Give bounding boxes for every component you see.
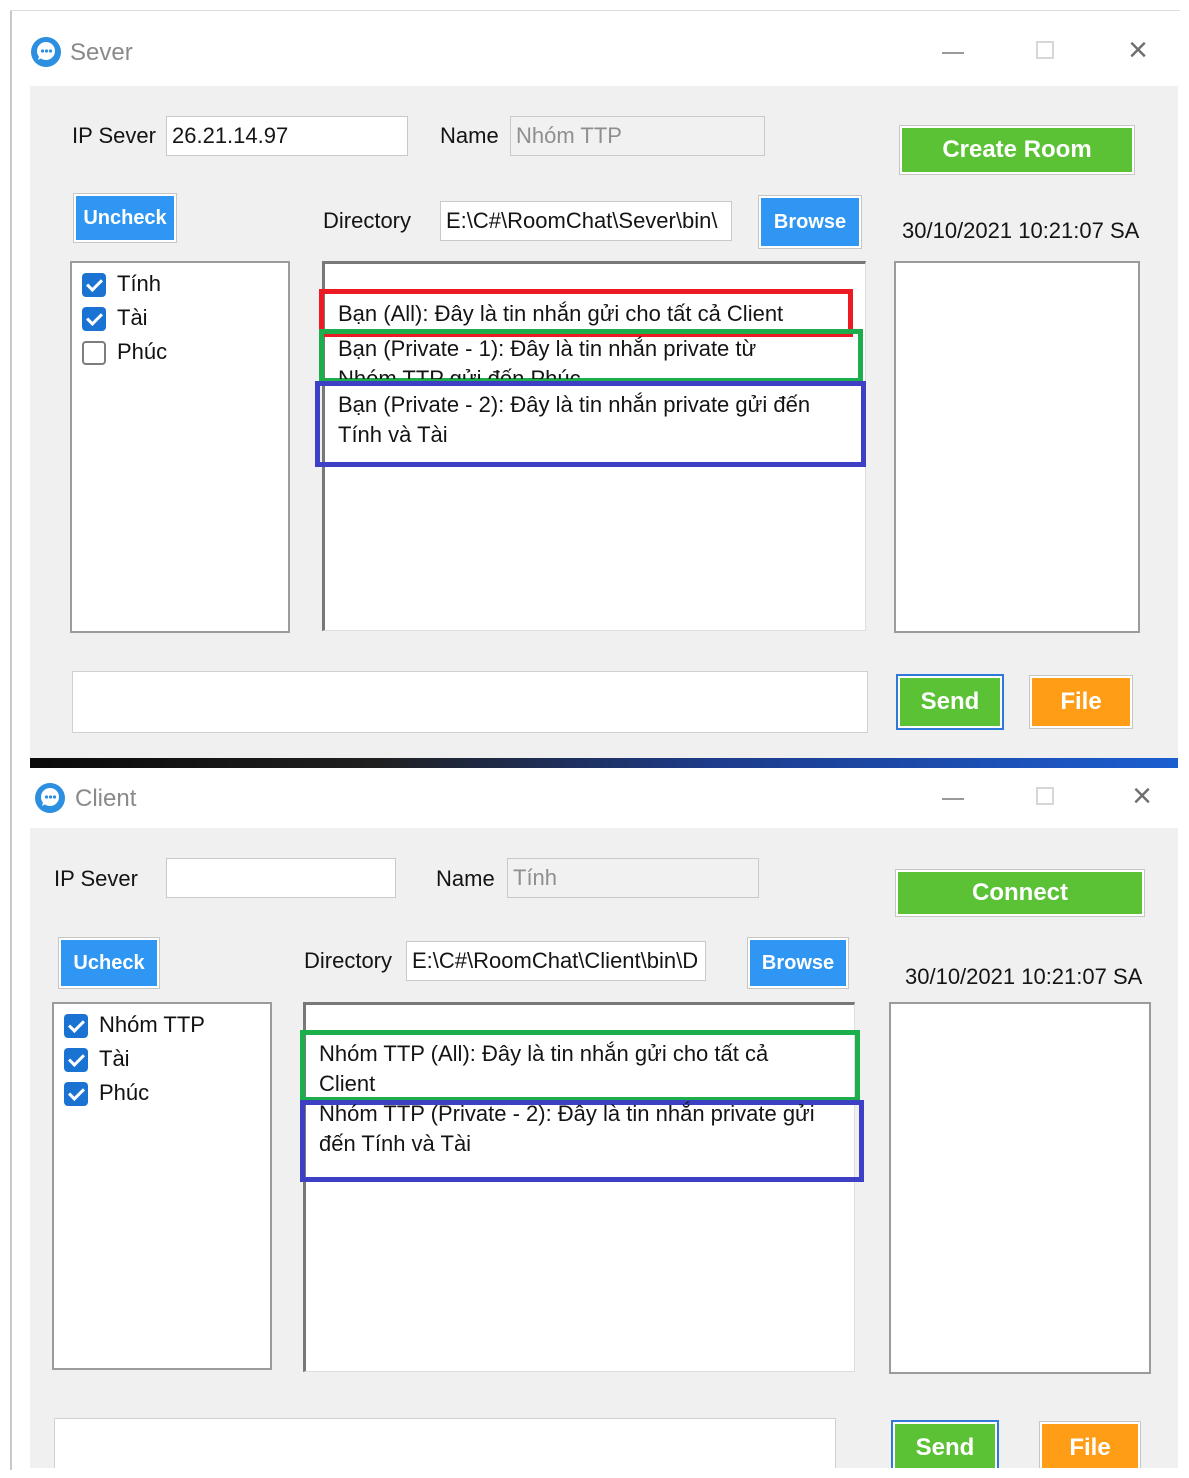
- server-form: IP Sever 26.21.14.97 Name Nhóm TTP Creat…: [30, 86, 1178, 760]
- info-panel: [889, 1002, 1151, 1374]
- checklist-item[interactable]: Phúc: [54, 1076, 270, 1110]
- directory-input[interactable]: E:\C#\RoomChat\Client\bin\D: [406, 941, 706, 981]
- server-titlebar: Sever ×: [30, 12, 1178, 86]
- ip-input[interactable]: 26.21.14.97: [166, 116, 408, 156]
- uncheck-button[interactable]: Uncheck: [74, 194, 176, 242]
- checklist-item[interactable]: Phúc: [72, 335, 288, 369]
- client-form: IP Sever Name Tính Connect Ucheck Direct…: [30, 828, 1178, 1468]
- window-title: Sever: [70, 39, 133, 66]
- name-input[interactable]: Nhóm TTP: [510, 116, 765, 156]
- checkbox-checked-icon[interactable]: [64, 1014, 88, 1038]
- name-label: Name: [440, 123, 499, 148]
- checklist-item[interactable]: Nhóm TTP: [54, 1008, 270, 1042]
- info-panel: [894, 261, 1140, 633]
- message-log: Bạn (All): Đây là tin nhắn gửi cho tất c…: [315, 261, 866, 631]
- checklist-item[interactable]: Tính: [72, 267, 288, 301]
- directory-label: Directory: [304, 948, 393, 973]
- screenshot-edge: [10, 10, 1180, 11]
- uncheck-button[interactable]: Ucheck: [59, 938, 159, 988]
- name-input[interactable]: Tính: [507, 858, 759, 898]
- name-label: Name: [436, 866, 495, 891]
- window-divider: [30, 758, 1178, 768]
- checklist-label: Phúc: [117, 339, 168, 364]
- checklist-label: Nhóm TTP: [99, 1012, 205, 1037]
- checklist-item[interactable]: Tài: [72, 301, 288, 335]
- directory-label: Directory: [323, 208, 412, 233]
- checklist-label: Tài: [117, 305, 148, 330]
- checkbox-checked-icon[interactable]: [64, 1048, 88, 1072]
- chat-app-icon: [31, 37, 61, 67]
- checklist-label: Phúc: [99, 1080, 150, 1105]
- directory-input[interactable]: E:\C#\RoomChat\Sever\bin\: [440, 201, 732, 241]
- minimize-icon[interactable]: [933, 776, 973, 816]
- ip-label: IP Sever: [72, 123, 156, 148]
- ip-input[interactable]: [166, 858, 396, 898]
- client-titlebar: Client ×: [30, 768, 1178, 828]
- message-item: Nhóm TTP (All): Đây là tin nhắn gửi cho …: [319, 1041, 769, 1096]
- checkbox-checked-icon[interactable]: [82, 307, 106, 331]
- create-room-button[interactable]: Create Room: [900, 126, 1134, 174]
- maximize-icon[interactable]: [1025, 30, 1065, 70]
- ip-label: IP Sever: [54, 866, 138, 891]
- message-input[interactable]: [72, 671, 868, 733]
- datetime-label: 30/10/2021 10:21:07 SA: [905, 964, 1143, 989]
- checkbox-checked-icon[interactable]: [64, 1082, 88, 1106]
- message-item: Bạn (Private - 2): Đây là tin nhắn priva…: [338, 392, 811, 447]
- checkbox-unchecked-icon[interactable]: [82, 341, 106, 365]
- send-button[interactable]: Send: [898, 676, 1002, 728]
- chat-app-icon: [35, 783, 65, 813]
- message-item: Bạn (All): Đây là tin nhắn gửi cho tất c…: [338, 301, 784, 326]
- checklist-item[interactable]: Tài: [54, 1042, 270, 1076]
- file-button[interactable]: File: [1040, 1422, 1140, 1468]
- minimize-icon[interactable]: [933, 30, 973, 70]
- message-log: Nhóm TTP (All): Đây là tin nhắn gửi cho …: [300, 1002, 864, 1372]
- send-button[interactable]: Send: [893, 1422, 997, 1468]
- file-button[interactable]: File: [1030, 676, 1132, 728]
- checkbox-checked-icon[interactable]: [82, 273, 106, 297]
- browse-button[interactable]: Browse: [748, 938, 848, 988]
- server-window: Sever × IP Sever 26.21.14.97 Name Nhóm T…: [30, 12, 1178, 760]
- message-item: Nhóm TTP (Private - 2): Đây là tin nhắn …: [319, 1101, 815, 1156]
- client-window: Client × IP Sever Name Tính Connect Uche…: [30, 768, 1178, 1468]
- screenshot-edge: [10, 10, 12, 1470]
- close-icon[interactable]: ×: [1122, 776, 1162, 816]
- connect-button[interactable]: Connect: [896, 870, 1144, 916]
- message-item: Bạn (Private - 1): Đây là tin nhắn priva…: [338, 336, 757, 379]
- maximize-icon[interactable]: [1025, 776, 1065, 816]
- checklist-label: Tính: [117, 271, 162, 296]
- message-input[interactable]: [54, 1418, 836, 1468]
- browse-button[interactable]: Browse: [759, 196, 861, 248]
- client-checklist: Tính Tài Phúc: [70, 261, 290, 633]
- close-icon[interactable]: ×: [1118, 30, 1158, 70]
- contact-checklist: Nhóm TTP Tài Phúc: [52, 1002, 272, 1370]
- checklist-label: Tài: [99, 1046, 130, 1071]
- window-title: Client: [75, 785, 137, 812]
- datetime-label: 30/10/2021 10:21:07 SA: [902, 218, 1140, 243]
